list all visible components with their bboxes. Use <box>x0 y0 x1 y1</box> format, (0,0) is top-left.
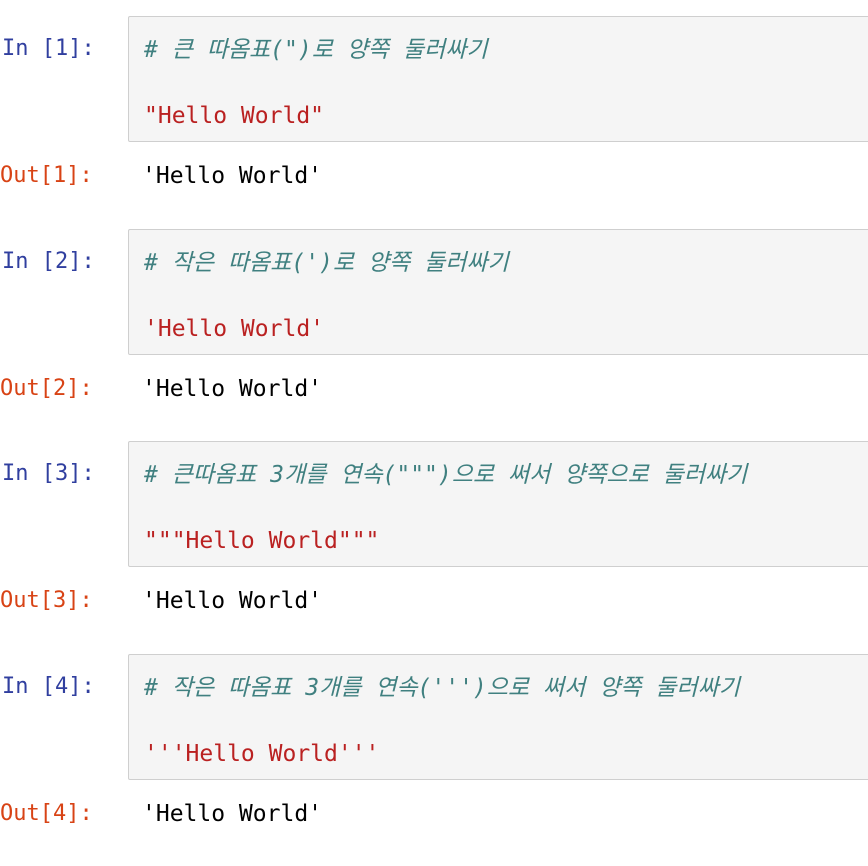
output-prompt: Out[2]: <box>0 376 93 401</box>
code-cell-2: In [2]: # 작은 따옴표(')로 양쪽 둘러싸기 'Hello Worl… <box>0 229 868 441</box>
code-cell-3: In [3]: # 큰따옴표 3개를 연속(""")으로 써서 양쪽으로 둘러싸… <box>0 441 868 653</box>
code-comment: # 큰따옴표 3개를 연속(""")으로 써서 양쪽으로 둘러싸기 <box>144 462 748 488</box>
code-string-literal: '''Hello World''' <box>144 741 380 767</box>
input-prompt: In [1]: <box>2 36 95 61</box>
code-input-area[interactable]: # 큰따옴표 3개를 연속(""")으로 써서 양쪽으로 둘러싸기 """Hel… <box>128 441 868 567</box>
input-prompt: In [3]: <box>2 461 95 486</box>
output-prompt: Out[1]: <box>0 163 93 188</box>
code-input-area[interactable]: # 큰 따옴표(")로 양쪽 둘러싸기 "Hello World" <box>128 16 868 142</box>
cell-output: 'Hello World' <box>142 588 323 614</box>
code-comment: # 작은 따옴표(')로 양쪽 둘러싸기 <box>144 250 509 276</box>
output-prompt: Out[3]: <box>0 588 93 613</box>
code-input-area[interactable]: # 작은 따옴표(')로 양쪽 둘러싸기 'Hello World' <box>128 229 868 355</box>
code-string-literal: 'Hello World' <box>144 316 325 342</box>
output-prompt: Out[4]: <box>0 801 93 826</box>
input-prompt: In [2]: <box>2 249 95 274</box>
code-string-literal: "Hello World" <box>144 103 325 129</box>
code-input-area[interactable]: # 작은 따옴표 3개를 연속(''')으로 써서 양쪽 둘러싸기 '''Hel… <box>128 654 868 780</box>
cell-output: 'Hello World' <box>142 163 323 189</box>
code-cell-1: In [1]: # 큰 따옴표(")로 양쪽 둘러싸기 "Hello World… <box>0 16 868 228</box>
cell-output: 'Hello World' <box>142 801 323 827</box>
code-cell-4: In [4]: # 작은 따옴표 3개를 연속(''')으로 써서 양쪽 둘러싸… <box>0 654 868 866</box>
code-comment: # 작은 따옴표 3개를 연속(''')으로 써서 양쪽 둘러싸기 <box>144 675 740 701</box>
code-comment: # 큰 따옴표(")로 양쪽 둘러싸기 <box>144 37 488 63</box>
input-prompt: In [4]: <box>2 674 95 699</box>
notebook: In [1]: # 큰 따옴표(")로 양쪽 둘러싸기 "Hello World… <box>0 0 868 830</box>
cell-output: 'Hello World' <box>142 376 323 402</box>
code-string-literal: """Hello World""" <box>144 528 380 554</box>
